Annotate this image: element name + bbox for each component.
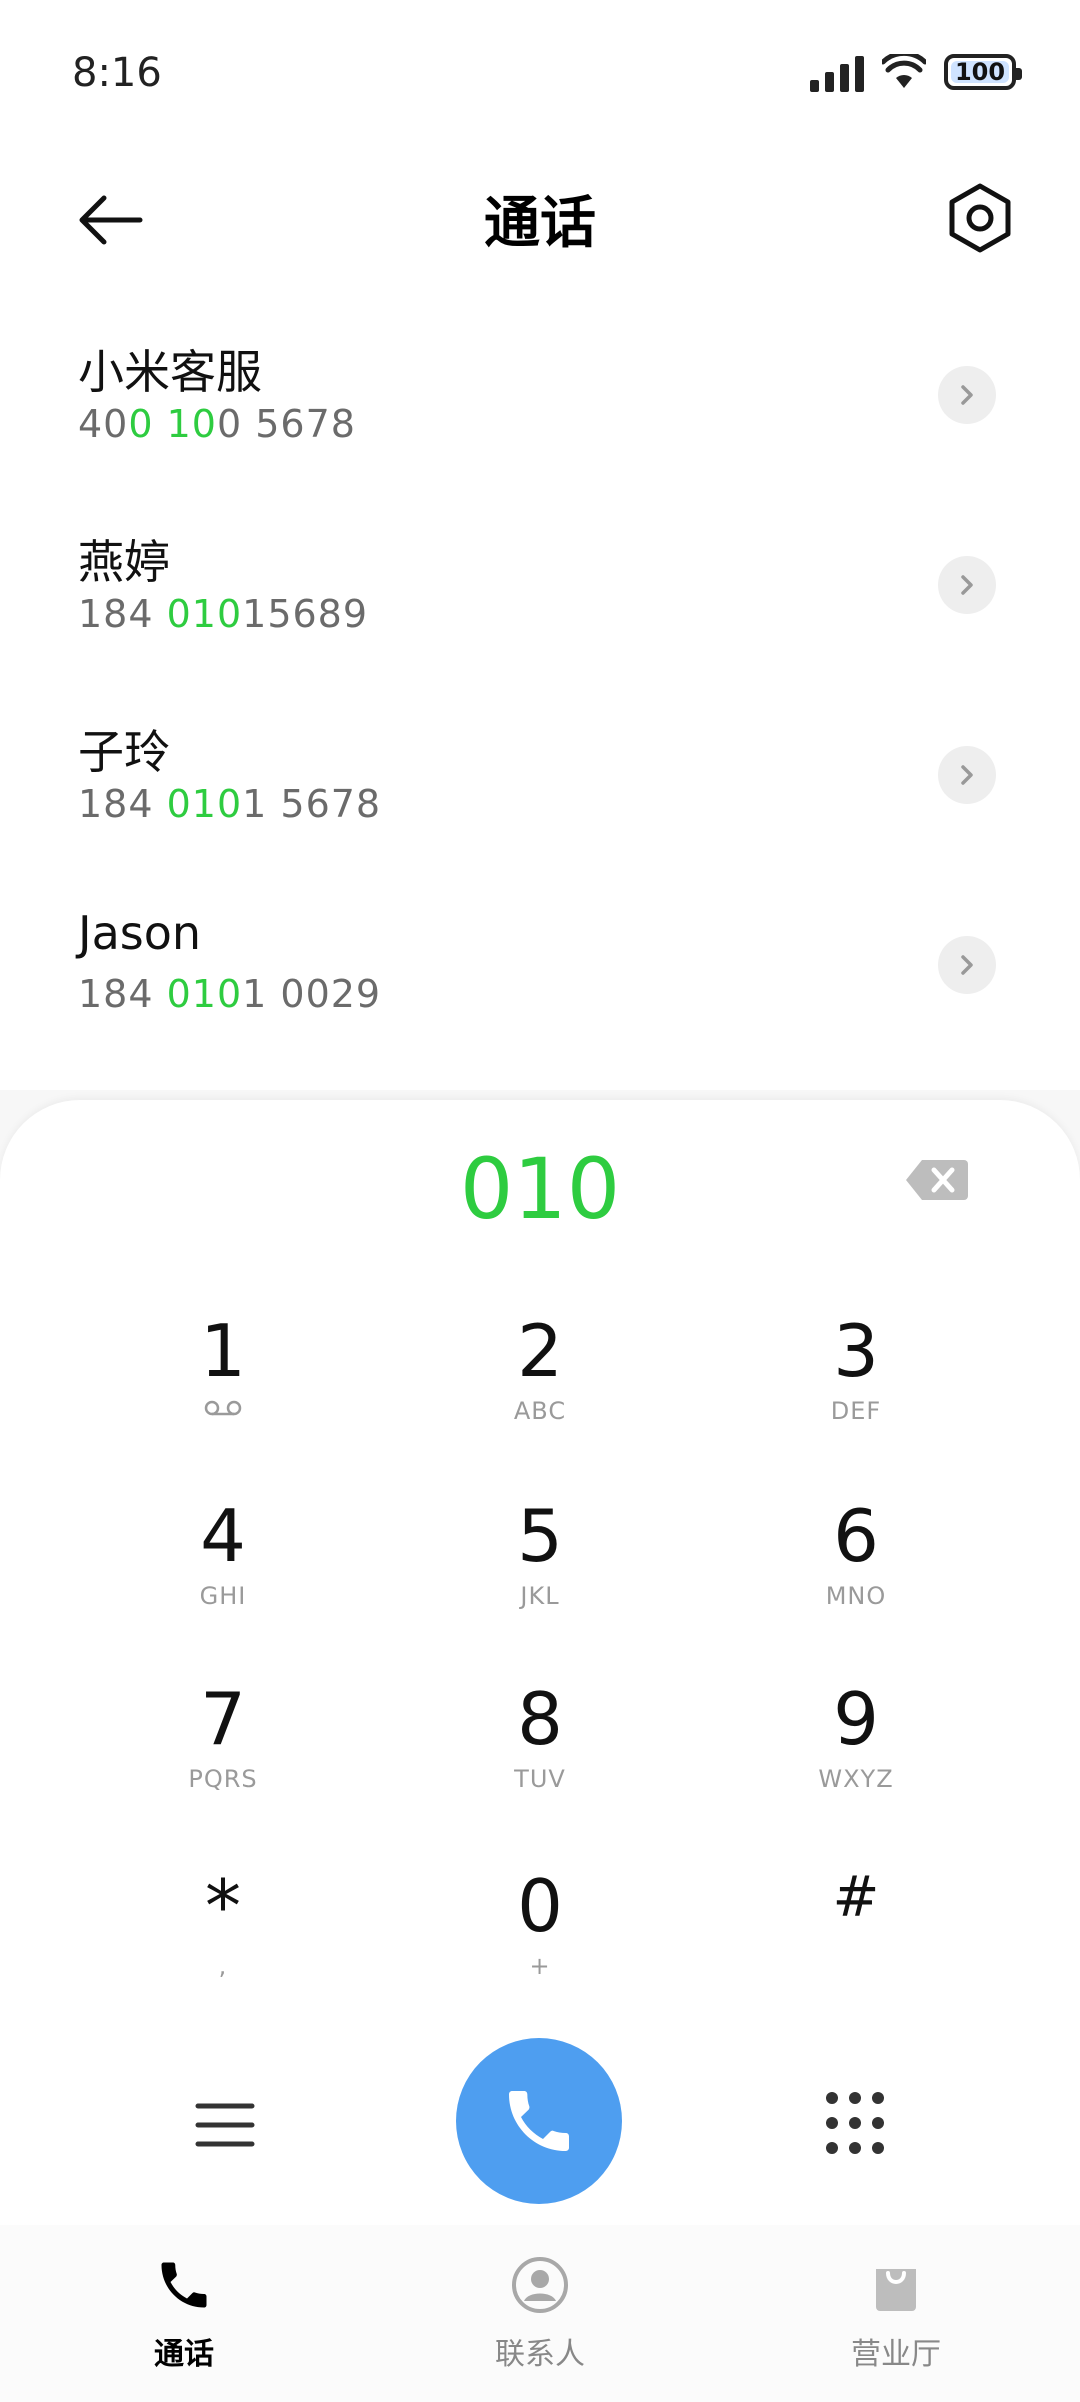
key-letters: MNO bbox=[825, 1582, 887, 1610]
key-letters: JKL bbox=[520, 1582, 560, 1610]
settings-icon[interactable] bbox=[940, 178, 1020, 258]
list-item[interactable]: 燕婷 184 01015689 bbox=[0, 480, 1080, 670]
dialpad-panel: 010 1 2 ABC 3 DEF 4 GHI 5 JKL 6 MNO 7 PQ… bbox=[0, 1100, 1080, 2225]
battery-icon: 100 bbox=[944, 54, 1022, 90]
details-chevron-button[interactable] bbox=[938, 936, 996, 994]
details-chevron-button[interactable] bbox=[938, 556, 996, 614]
contact-person-icon bbox=[512, 2257, 568, 2313]
key-2[interactable]: 2 ABC bbox=[420, 1315, 660, 1485]
key-digit: 4 bbox=[200, 1494, 246, 1578]
contact-name: Jason bbox=[78, 906, 202, 960]
wifi-icon bbox=[882, 54, 926, 88]
key-letters: GHI bbox=[199, 1582, 247, 1610]
tab-contacts[interactable]: 联系人 bbox=[440, 2255, 640, 2373]
chevron-right-icon bbox=[961, 385, 973, 405]
signal-icon bbox=[810, 52, 864, 92]
key-letters: + bbox=[529, 1952, 551, 1980]
contact-number: 400 100 5678 bbox=[78, 402, 356, 446]
status-bar: 8:16 100 bbox=[0, 0, 1080, 150]
status-time: 8:16 bbox=[72, 50, 162, 96]
key-3[interactable]: 3 DEF bbox=[736, 1315, 976, 1485]
key-letters: ABC bbox=[513, 1397, 567, 1425]
key-digit: 8 bbox=[517, 1677, 563, 1761]
key-pound[interactable]: # bbox=[736, 1870, 976, 2040]
key-letters: , bbox=[218, 1952, 228, 1980]
battery-level: 100 bbox=[954, 58, 1006, 86]
key-8[interactable]: 8 TUV bbox=[420, 1683, 660, 1853]
chevron-right-icon bbox=[961, 765, 973, 785]
key-star[interactable]: * , bbox=[103, 1870, 343, 2040]
key-letters: TUV bbox=[514, 1765, 566, 1793]
details-chevron-button[interactable] bbox=[938, 366, 996, 424]
key-digit: 9 bbox=[833, 1677, 879, 1761]
call-button[interactable] bbox=[456, 2038, 622, 2204]
key-digit: 6 bbox=[833, 1494, 879, 1578]
header: 通话 bbox=[0, 150, 1080, 290]
tab-calls[interactable]: 通话 bbox=[84, 2255, 284, 2373]
key-6[interactable]: 6 MNO bbox=[736, 1500, 976, 1670]
menu-icon[interactable] bbox=[190, 2090, 260, 2160]
key-digit: # bbox=[832, 1865, 880, 1930]
key-digit: 0 bbox=[517, 1864, 563, 1948]
chevron-right-icon bbox=[961, 575, 973, 595]
tab-label: 通话 bbox=[154, 2337, 214, 2372]
key-digit: 2 bbox=[517, 1309, 563, 1393]
key-letters: WXYZ bbox=[818, 1765, 894, 1793]
contact-number: 184 01015689 bbox=[78, 592, 369, 636]
contact-name: 燕婷 bbox=[78, 535, 170, 589]
key-4[interactable]: 4 GHI bbox=[103, 1500, 343, 1670]
contact-number: 184 0101 0029 bbox=[78, 972, 382, 1016]
tab-label: 联系人 bbox=[495, 2337, 585, 2372]
list-item[interactable]: Jason 184 0101 0029 bbox=[0, 860, 1080, 1050]
key-7[interactable]: 7 PQRS bbox=[103, 1683, 343, 1853]
contact-number: 184 0101 5678 bbox=[78, 782, 382, 826]
key-letters: PQRS bbox=[188, 1765, 258, 1793]
key-letters: DEF bbox=[830, 1397, 882, 1425]
key-digit: 1 bbox=[200, 1309, 246, 1393]
contact-name: 小米客服 bbox=[78, 345, 262, 399]
key-digit: 3 bbox=[833, 1309, 879, 1393]
keypad-grid-icon[interactable] bbox=[820, 2088, 890, 2158]
key-digit: 5 bbox=[517, 1494, 563, 1578]
key-digit: * bbox=[205, 1864, 241, 1948]
key-digit: 7 bbox=[200, 1677, 246, 1761]
tab-store[interactable]: 营业厅 bbox=[796, 2255, 996, 2373]
status-icons: 100 bbox=[810, 52, 1022, 92]
page-title: 通话 bbox=[484, 191, 596, 256]
tab-label: 营业厅 bbox=[851, 2337, 941, 2372]
phone-icon bbox=[509, 2091, 569, 2151]
phone-screen: 8:16 100 通话 小米客服 400 100 5678 燕婷 184 010… bbox=[0, 0, 1080, 2402]
key-5[interactable]: 5 JKL bbox=[420, 1500, 660, 1670]
contact-name: 子玲 bbox=[78, 725, 170, 779]
search-results-list: 小米客服 400 100 5678 燕婷 184 01015689 子玲 184… bbox=[0, 290, 1080, 1090]
phone-icon bbox=[161, 2262, 207, 2308]
voicemail-icon bbox=[204, 1400, 242, 1416]
bottom-navigation: 通话 联系人 营业厅 bbox=[0, 2225, 1080, 2402]
key-1[interactable]: 1 bbox=[103, 1315, 343, 1485]
list-item[interactable]: 子玲 184 0101 5678 bbox=[0, 670, 1080, 860]
chevron-right-icon bbox=[961, 955, 973, 975]
key-0[interactable]: 0 + bbox=[420, 1870, 660, 2040]
shopping-bag-icon bbox=[876, 2269, 916, 2311]
backspace-icon[interactable] bbox=[904, 1158, 970, 1202]
list-item[interactable]: 小米客服 400 100 5678 bbox=[0, 290, 1080, 480]
key-9[interactable]: 9 WXYZ bbox=[736, 1683, 976, 1853]
details-chevron-button[interactable] bbox=[938, 746, 996, 804]
